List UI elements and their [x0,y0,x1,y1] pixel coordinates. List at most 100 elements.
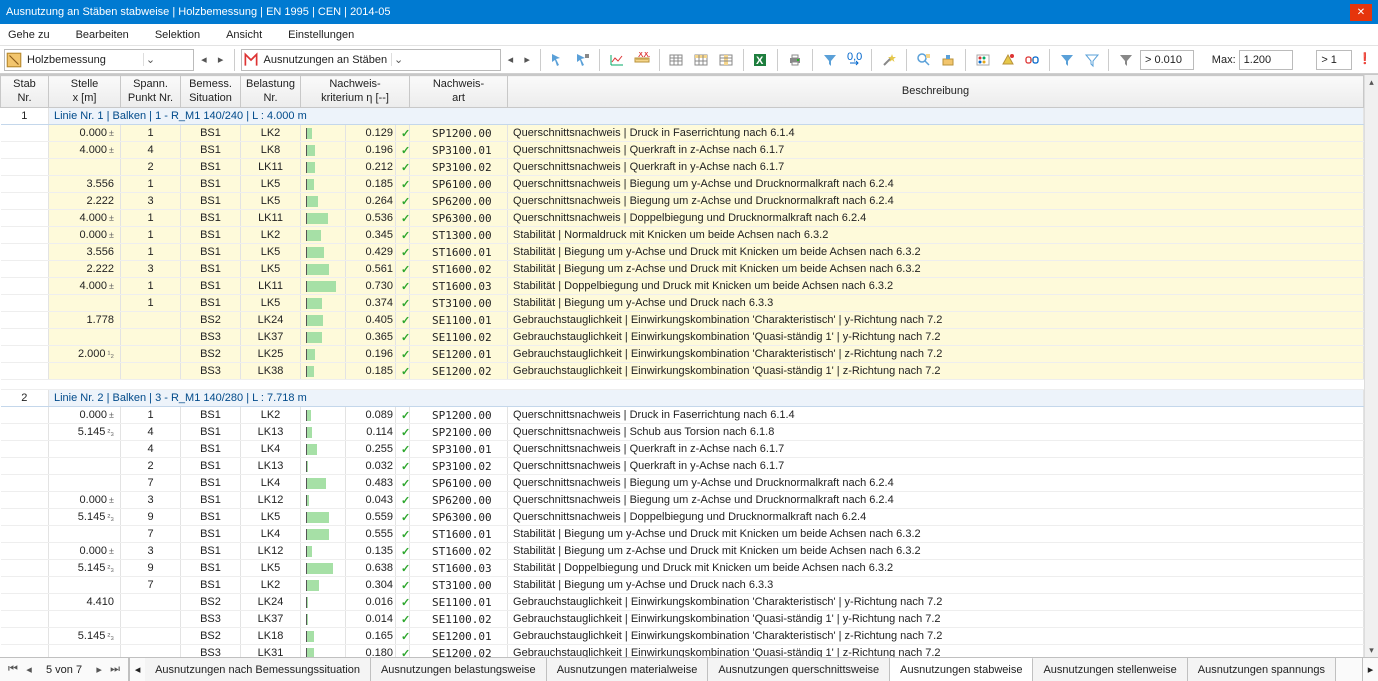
table-row[interactable]: 2.2223BS1LK50.264✓SP6200.00Querschnittsn… [1,193,1364,210]
table-row[interactable]: BS3LK380.185✓SE1200.02Gebrauchstauglichk… [1,363,1364,380]
filter-icon[interactable] [819,49,841,71]
menu-ansicht[interactable]: Ansicht [222,27,266,43]
funnel-clear-icon[interactable] [1081,49,1103,71]
link-icon[interactable] [1021,49,1043,71]
wand-icon[interactable] [878,49,900,71]
table-row[interactable]: 5.145²₃9BS1LK50.559✓SP6300.00Querschnitt… [1,509,1364,526]
zoom-detail-icon[interactable] [913,49,935,71]
table-row[interactable]: 7BS1LK20.304✓ST3100.00Stabilität | Biegu… [1,577,1364,594]
funnel-max-icon[interactable] [1115,49,1137,71]
table-row[interactable]: 2.2223BS1LK50.561✓ST1600.02Stabilität | … [1,261,1364,278]
menu-gehe-zu[interactable]: Gehe zu [4,27,54,43]
first-page-button[interactable]: ⏮ [6,663,20,676]
table-row[interactable]: BS3LK310.180✓SE1200.02Gebrauchstauglichk… [1,645,1364,658]
cell-belastung: LK13 [241,424,301,441]
tab-5[interactable]: Ausnutzungen stellenweise [1033,658,1187,681]
cell-nachweisart: SP2100.00 [410,424,508,441]
table-row[interactable]: 0.000±3BS1LK120.043✓SP6200.00Querschnitt… [1,492,1364,509]
table-row[interactable]: 4.410BS2LK240.016✓SE1100.01Gebrauchstaug… [1,594,1364,611]
next-module-button[interactable]: ▸ [214,49,228,71]
excel-icon[interactable]: X [750,49,772,71]
table-row[interactable]: 0.000±1BS1LK20.129✓SP1200.00Querschnitts… [1,125,1364,142]
prev-page-button[interactable]: ◂ [22,663,36,676]
scroll-down-icon[interactable]: ▾ [1365,643,1378,657]
tab-4[interactable]: Ausnutzungen stabweise [890,658,1033,681]
highlight-icon[interactable] [997,49,1019,71]
tab-0[interactable]: Ausnutzungen nach Bemessungssituation [145,658,371,681]
cell-stelle: 4.410 [49,594,121,611]
cell-situation: BS1 [181,424,241,441]
color-dots-icon[interactable] [972,49,994,71]
select-arrow-icon[interactable] [547,49,569,71]
table-row[interactable]: 4.000±1BS1LK110.536✓SP6300.00Querschnitt… [1,210,1364,227]
table-row[interactable]: 3.5561BS1LK50.429✓ST1600.01Stabilität | … [1,244,1364,261]
cell-eta-bar [301,475,346,492]
next-page-button[interactable]: ▸ [92,663,106,676]
col-punkt[interactable]: Spann. Punkt Nr. [121,76,181,108]
col-last[interactable]: Belastung Nr. [241,76,301,108]
scroll-up-icon[interactable]: ▴ [1365,75,1378,89]
table-row[interactable]: 0.000±1BS1LK20.089✓SP1200.00Querschnitts… [1,407,1364,424]
table-row[interactable]: 4.000±1BS1LK110.730✓ST1600.03Stabilität … [1,278,1364,295]
table-icon[interactable] [666,49,688,71]
section-icon[interactable] [937,49,959,71]
table-row[interactable]: BS3LK370.014✓SE1100.02Gebrauchstauglichk… [1,611,1364,628]
table-row[interactable]: 5.145²₃9BS1LK50.638✓ST1600.03Stabilität … [1,560,1364,577]
col-desc[interactable]: Beschreibung [508,76,1364,108]
cell-eta-bar [301,159,346,176]
cell-nachweisart: ST1600.01 [410,526,508,543]
warning-icon[interactable]: ❗ [1358,52,1374,68]
col-eta[interactable]: Nachweis- kriterium η [--] [301,76,410,108]
prev-module-button[interactable]: ◂ [197,49,211,71]
ruler-icon[interactable]: xxx [631,49,653,71]
last-page-button[interactable]: ⏭ [108,663,122,676]
vertical-scrollbar[interactable]: ▴ ▾ [1364,75,1378,657]
col-stelle[interactable]: Stelle x [m] [49,76,121,108]
cell-nachweisart: SP3100.01 [410,142,508,159]
table-row[interactable]: 7BS1LK40.483✓SP6100.00Querschnittsnachwe… [1,475,1364,492]
menu-selektion[interactable]: Selektion [151,27,204,43]
cell-punkt: 4 [121,142,181,159]
tab-6[interactable]: Ausnutzungen spannungs [1188,658,1336,681]
table-column-icon[interactable] [715,49,737,71]
table-header-icon[interactable] [690,49,712,71]
table-row[interactable]: 2BS1LK130.032✓SP3100.02Querschnittsnachw… [1,458,1364,475]
table-row[interactable]: 3.5561BS1LK50.185✓SP6100.00Querschnittsn… [1,176,1364,193]
table-row[interactable]: 2.000¹₂BS2LK250.196✓SE1200.01Gebrauchsta… [1,346,1364,363]
col-stab[interactable]: Stab Nr. [1,76,49,108]
table-row[interactable]: 2BS1LK110.212✓SP3100.02Querschnittsnachw… [1,159,1364,176]
select-member-icon[interactable] [572,49,594,71]
table-row[interactable]: 4BS1LK40.255✓SP3100.01Querschnittsnachwe… [1,441,1364,458]
module-combo[interactable]: Holzbemessung ⌄ [4,49,194,71]
table-row[interactable]: 0.000±1BS1LK20.345✓ST1300.00Stabilität |… [1,227,1364,244]
gt-one-input[interactable] [1316,50,1352,70]
table-row[interactable]: 4.000±4BS1LK80.196✓SP3100.01Querschnitts… [1,142,1364,159]
max-value-input[interactable] [1239,50,1293,70]
table-row[interactable]: 5.145²₃4BS1LK130.114✓SP2100.00Querschnit… [1,424,1364,441]
print-icon[interactable] [784,49,806,71]
col-sit[interactable]: Bemess. Situation [181,76,241,108]
next-view-button[interactable]: ▸ [520,49,534,71]
funnel-blue-icon[interactable] [1056,49,1078,71]
close-button[interactable]: ✕ [1350,4,1372,21]
prev-view-button[interactable]: ◂ [504,49,518,71]
table-row[interactable]: 1BS1LK50.374✓ST3100.00Stabilität | Biegu… [1,295,1364,312]
menu-einstellungen[interactable]: Einstellungen [284,27,358,43]
cell-beschreibung: Querschnittsnachweis | Biegung um z-Achs… [508,492,1364,509]
tab-2[interactable]: Ausnutzungen materialweise [547,658,709,681]
decimal-icon[interactable]: 0,00 [844,49,866,71]
table-row[interactable]: BS3LK370.365✓SE1100.02Gebrauchstauglichk… [1,329,1364,346]
col-art[interactable]: Nachweis- art [410,76,508,108]
tab-scroll-left[interactable]: ◂ [129,658,145,681]
view-combo[interactable]: Ausnutzungen an Stäben ⌄ [241,49,501,71]
menu-bearbeiten[interactable]: Bearbeiten [72,27,133,43]
table-row[interactable]: 5.145²₃BS2LK180.165✓SE1200.01Gebrauchsta… [1,628,1364,645]
table-row[interactable]: 7BS1LK40.555✓ST1600.01Stabilität | Biegu… [1,526,1364,543]
filter-threshold-input[interactable] [1140,50,1194,70]
diagram-icon[interactable] [606,49,628,71]
tab-3[interactable]: Ausnutzungen querschnittsweise [708,658,890,681]
tab-1[interactable]: Ausnutzungen belastungsweise [371,658,547,681]
tab-scroll-right[interactable]: ▸ [1362,658,1378,681]
table-row[interactable]: 0.000±3BS1LK120.135✓ST1600.02Stabilität … [1,543,1364,560]
table-row[interactable]: 1.778BS2LK240.405✓SE1100.01Gebrauchstaug… [1,312,1364,329]
